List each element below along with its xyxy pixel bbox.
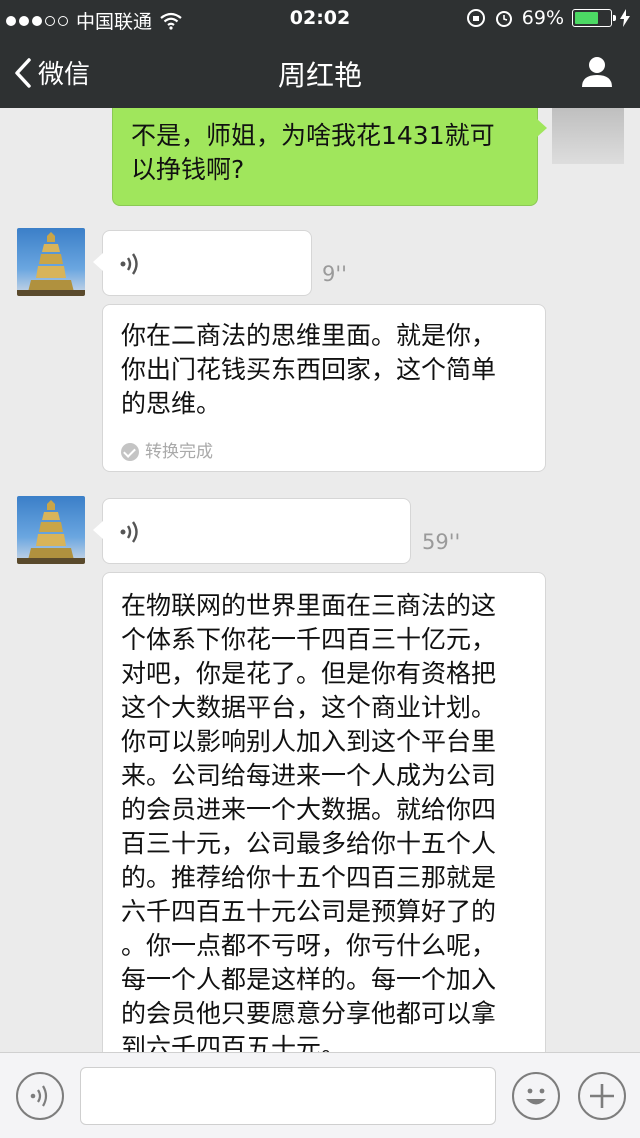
battery-fill bbox=[575, 12, 598, 24]
check-circle-icon bbox=[121, 443, 139, 461]
message-line: 你可以影响别人加入到这个平台里 bbox=[121, 727, 497, 756]
voice-duration: 59'' bbox=[422, 530, 461, 554]
message-line: 对吧，你是花了。但是你有资格把 bbox=[121, 659, 497, 688]
battery-icon bbox=[572, 9, 616, 27]
voice-message[interactable] bbox=[93, 230, 312, 296]
chat-title: 周红艳 bbox=[277, 59, 362, 92]
message-line: 在物联网的世界里面在三商法的这 bbox=[121, 591, 497, 620]
message-line: 你出门花钱买东西回家，这个简单 bbox=[121, 355, 497, 384]
plus-icon bbox=[590, 1084, 614, 1108]
message-line: 到六千四百五十元。 bbox=[121, 1033, 347, 1052]
message-line: 。你一点都不亏呀，你亏什么呢， bbox=[121, 931, 497, 960]
message-line: 六千四百五十元公司是预算好了的 bbox=[121, 897, 497, 926]
more-button[interactable] bbox=[578, 1072, 626, 1120]
message-line: 的思维。 bbox=[121, 389, 222, 418]
transcription-message[interactable]: 你在二商法的思维里面。就是你， 你出门花钱买东西回家，这个简单 的思维。 转换完… bbox=[102, 304, 546, 472]
message-line: 个体系下你花一千四百三十亿元， bbox=[121, 625, 497, 654]
status-bar: 中国联通 02:02 69% bbox=[0, 0, 640, 36]
message-input[interactable] bbox=[80, 1067, 496, 1125]
message-line: 以挣钱啊? bbox=[131, 155, 245, 184]
message-line: 不是，师姐，为啥我花1431就可 bbox=[131, 121, 495, 150]
message-line: 的会员他只要愿意分享他都可以拿 bbox=[121, 999, 497, 1028]
battery-percent: 69% bbox=[521, 7, 564, 29]
conversion-status-label: 转换完成 bbox=[145, 442, 213, 462]
person-icon[interactable] bbox=[580, 54, 614, 88]
voice-message[interactable] bbox=[93, 498, 411, 564]
smiley-icon bbox=[526, 1088, 546, 1105]
nav-bar: 微信 周红艳 bbox=[0, 36, 640, 108]
contact-avatar[interactable] bbox=[17, 228, 85, 296]
rotation-lock-icon bbox=[466, 9, 485, 27]
voice-input-button[interactable] bbox=[16, 1072, 64, 1120]
message-line: 的会员进来一个大数据。就给你四 bbox=[121, 795, 497, 824]
voice-wave-icon bbox=[30, 1085, 48, 1107]
transcription-message[interactable]: 在物联网的世界里面在三商法的这 个体系下你花一千四百三十亿元， 对吧，你是花了。… bbox=[102, 572, 546, 1052]
message-line: 你在二商法的思维里面。就是你， bbox=[121, 321, 497, 350]
message-line: 这个大数据平台，这个商业计划。 bbox=[121, 693, 497, 722]
temple-photo bbox=[17, 500, 85, 564]
outgoing-message[interactable]: 不是，师姐，为啥我花1431就可 以挣钱啊? bbox=[112, 108, 547, 206]
emoji-button[interactable] bbox=[512, 1072, 560, 1120]
message-line: 来。公司给每进来一个人成为公司 bbox=[121, 761, 497, 790]
voice-duration: 9'' bbox=[322, 262, 347, 286]
charging-icon bbox=[620, 9, 630, 27]
message-line: 的。推荐给你十五个四百三那就是 bbox=[121, 863, 497, 892]
message-line: 百三十元，公司最多给你十五个人 bbox=[121, 829, 497, 858]
status-right: 69% bbox=[466, 7, 630, 29]
self-avatar[interactable] bbox=[552, 108, 624, 164]
chat-area[interactable]: 不是，师姐，为啥我花1431就可 以挣钱啊? 9'' 你在二商法的思维里面。就是… bbox=[0, 108, 640, 1052]
contact-avatar[interactable] bbox=[17, 496, 85, 564]
message-line: 每一个人都是这样的。每一个加入 bbox=[121, 965, 497, 994]
conversion-status: 转换完成 bbox=[121, 435, 213, 469]
voice-wave-icon bbox=[120, 253, 138, 275]
input-bar bbox=[0, 1052, 640, 1138]
voice-wave-icon bbox=[120, 521, 138, 543]
temple-photo bbox=[17, 232, 85, 296]
alarm-icon bbox=[495, 11, 512, 27]
